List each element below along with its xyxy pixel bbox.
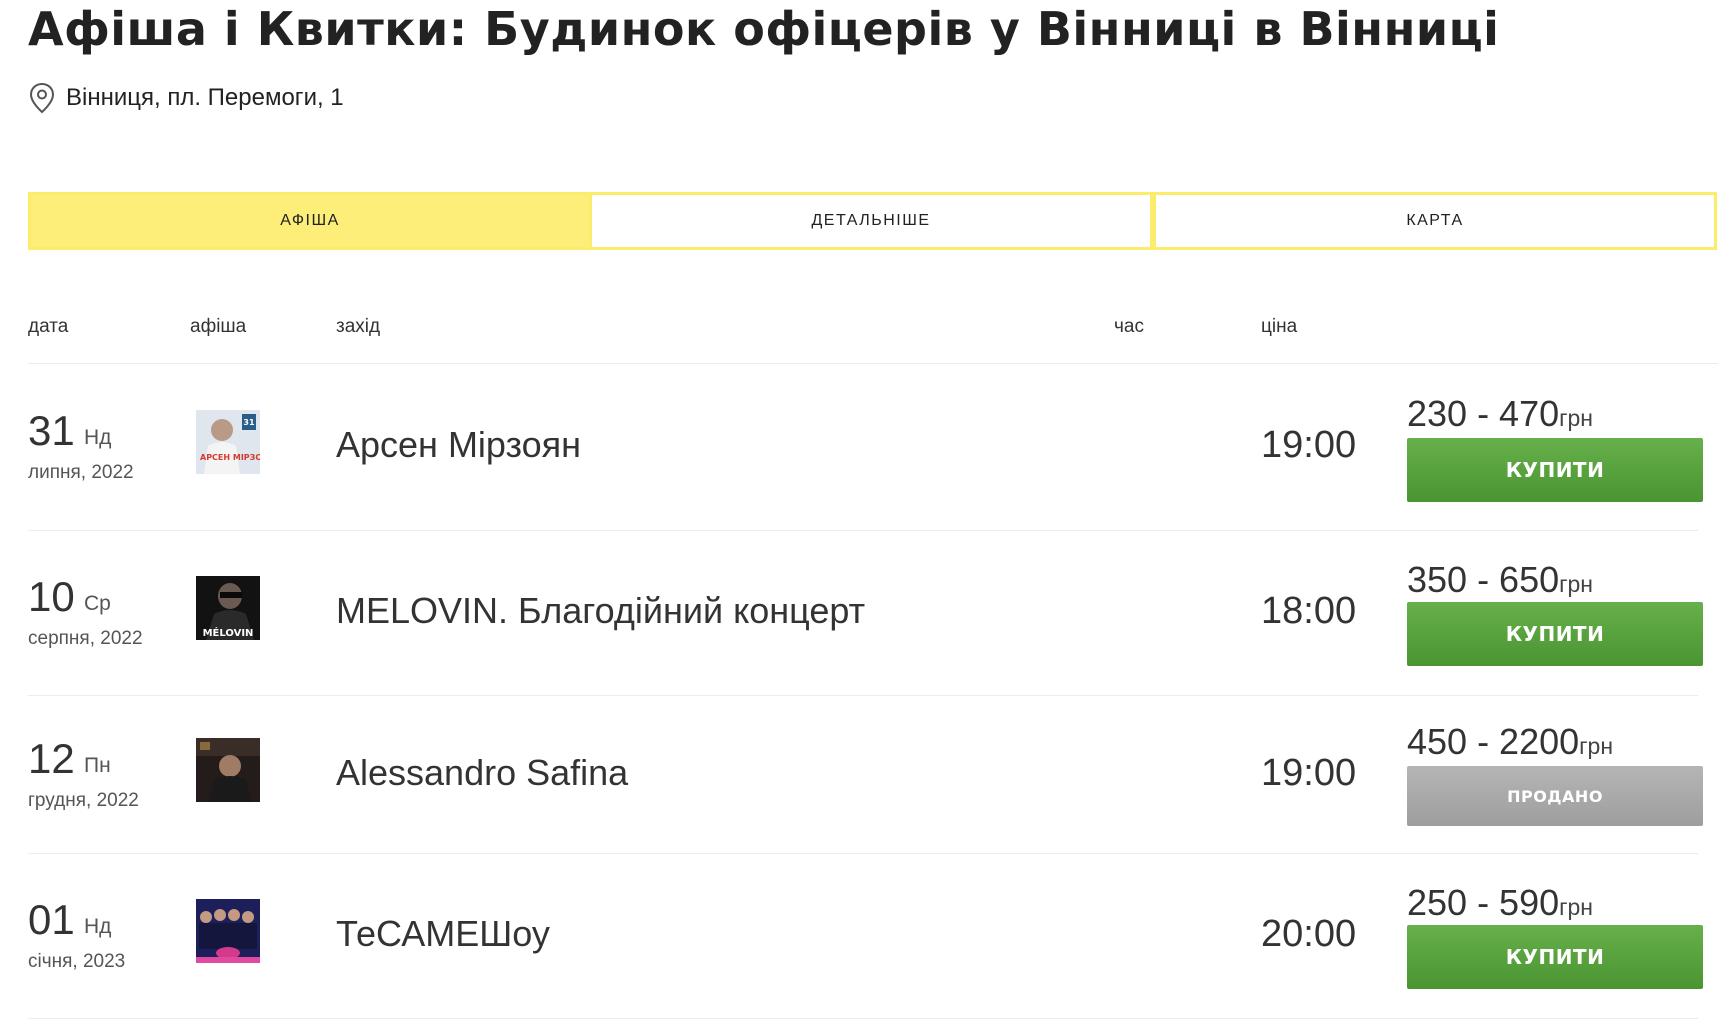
event-price: 450 - 2200грн [1407, 721, 1613, 763]
header-date: дата [28, 316, 69, 337]
event-month-year: липня, 2022 [28, 462, 134, 483]
event-day: 12 [28, 735, 75, 782]
event-time: 19:00 [1261, 424, 1357, 466]
event-day: 10 [28, 573, 75, 620]
page-title: Афіша і Квитки: Будинок офіцерів у Вінни… [28, 2, 1500, 56]
venue-address: Вінниця, пл. Перемоги, 1 [28, 82, 344, 114]
address-text: Вінниця, пл. Перемоги, 1 [66, 84, 344, 111]
event-poster[interactable]: MÉLOVIN [196, 576, 260, 640]
event-month-year: грудня, 2022 [28, 790, 139, 811]
event-poster[interactable]: 31 АРСЕН МІРЗОЯН [196, 410, 260, 474]
price-currency: грн [1559, 405, 1594, 431]
event-title-link[interactable]: MELOVIN. Благодійний концерт [336, 590, 865, 632]
header-price: ціна [1261, 316, 1298, 337]
row-divider [28, 695, 1698, 696]
event-price: 230 - 470грн [1407, 393, 1593, 435]
tab-map[interactable]: КАРТА [1153, 192, 1717, 250]
event-day: 01 [28, 896, 75, 943]
row-divider [28, 530, 1698, 531]
event-weekday: Нд [84, 915, 112, 938]
event-title-link[interactable]: ТеСАМЕШоу [336, 913, 550, 955]
event-time: 19:00 [1261, 752, 1357, 794]
price-range: 250 - 590 [1407, 882, 1560, 923]
poster-date-text: 31 [243, 418, 255, 427]
price-range: 230 - 470 [1407, 393, 1560, 434]
header-time: час [1114, 316, 1144, 337]
event-poster[interactable] [196, 899, 260, 963]
buy-button[interactable]: КУПИТИ [1407, 438, 1703, 502]
event-title-link[interactable]: Арсен Мірзоян [336, 424, 581, 466]
poster-title-text: MÉLOVIN [203, 626, 254, 639]
buy-button[interactable]: КУПИТИ [1407, 602, 1703, 666]
map-pin-icon [28, 82, 56, 114]
event-time: 18:00 [1261, 590, 1357, 632]
event-time: 20:00 [1261, 913, 1357, 955]
price-range: 350 - 650 [1407, 559, 1560, 600]
sold-out-button: ПРОДАНО [1407, 766, 1703, 826]
price-range: 450 - 2200 [1407, 721, 1580, 762]
event-weekday: Нд [84, 426, 112, 449]
event-poster[interactable] [196, 738, 260, 802]
price-currency: грн [1559, 571, 1594, 597]
event-weekday: Ср [84, 592, 111, 615]
event-price: 250 - 590грн [1407, 882, 1593, 924]
header-poster: афіша [190, 316, 247, 337]
event-price: 350 - 650грн [1407, 559, 1593, 601]
event-title-link[interactable]: Alessandro Safina [336, 752, 628, 794]
event-day: 31 [28, 407, 75, 454]
row-divider [28, 853, 1698, 854]
table-header: дата афіша захід час ціна [28, 316, 1718, 338]
tab-details[interactable]: ДЕТАЛЬНІШЕ [592, 192, 1153, 250]
venue-tabs: АФІША ДЕТАЛЬНІШЕ КАРТА [28, 192, 1717, 250]
event-month-year: серпня, 2022 [28, 628, 143, 649]
buy-button[interactable]: КУПИТИ [1407, 925, 1703, 989]
event-weekday: Пн [84, 754, 111, 777]
poster-title-text: АРСЕН МІРЗОЯН [200, 453, 260, 462]
header-divider [28, 363, 1718, 364]
price-currency: грн [1559, 894, 1594, 920]
header-event: захід [336, 316, 381, 337]
price-currency: грн [1579, 733, 1614, 759]
event-month-year: січня, 2023 [28, 951, 126, 972]
tab-afisha[interactable]: АФІША [28, 192, 592, 250]
row-divider [28, 1018, 1698, 1019]
